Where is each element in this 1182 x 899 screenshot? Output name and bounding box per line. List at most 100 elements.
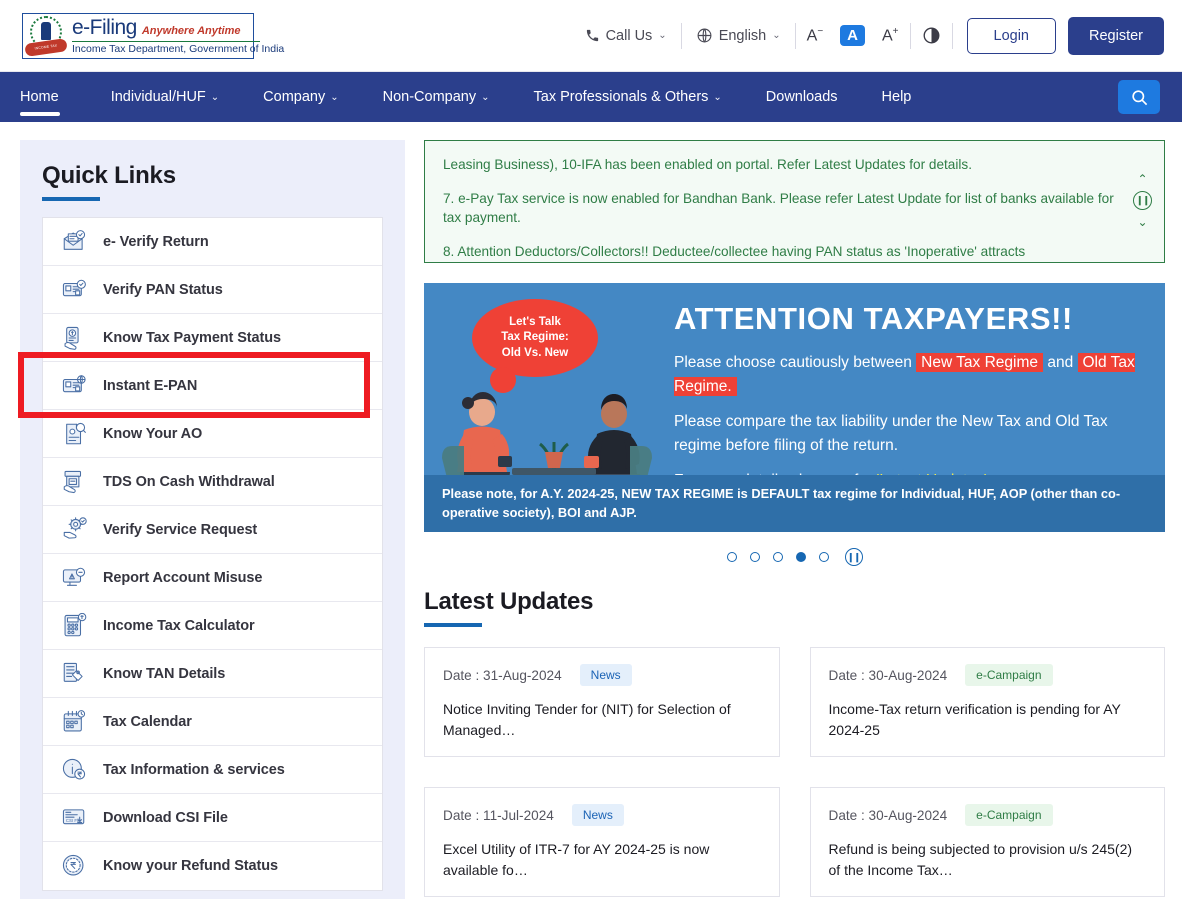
quick-link-label: Verify Service Request [103,521,258,538]
pause-icon[interactable]: ❙❙ [1133,191,1152,210]
language-dropdown[interactable]: English ⌄ [682,27,795,44]
latest-updates-underline [424,623,482,627]
logo-tagline: Anywhere Anytime [141,25,241,37]
carousel-dot-2[interactable] [749,552,760,562]
chevron-down-icon: ⌄ [658,30,667,41]
main-content: Leasing Business), 10-IFA has been enabl… [424,140,1165,899]
carousel-dot-3[interactable] [772,552,783,562]
bubble-line-3: Old Vs. New [501,346,569,359]
font-normal-button[interactable]: A [840,25,865,46]
card-header: Date : 11-Jul-2024 News [443,804,761,826]
nav-item-tax-professionals-others[interactable]: Tax Professionals & Others ⌄ [512,72,744,122]
hand-gear-icon [59,516,89,543]
carousel-dot-5[interactable] [818,552,829,562]
carousel-dot-1[interactable] [726,552,737,562]
quick-links-list: e- Verify Return Verify PAN Status Know Ta… [42,217,383,891]
quick-links-sidebar: Quick Links e- Verify Return Verify PAN S… [18,140,405,899]
emblem-ribbon-text: INCOME TAX DEPARTMENT [24,37,68,57]
card-text: Income-Tax return verification is pendin… [828,701,1121,738]
nav-item-individual-huf[interactable]: Individual/HUF ⌄ [89,72,241,122]
banner-heading: ATTENTION TAXPAYERS!! [674,301,1073,336]
nav-item-downloads[interactable]: Downloads [744,72,860,122]
quick-link-e-verify-return[interactable]: e- Verify Return [43,218,382,266]
bubble-line-1: Let's Talk [509,315,561,328]
quick-link-tax-information-services[interactable]: Tax Information & services [43,746,382,794]
quick-link-instant-e-pan[interactable]: Instant E-PAN [43,362,382,410]
chevron-up-icon[interactable]: ⌃ [1137,173,1147,185]
quick-link-verify-pan-status[interactable]: Verify PAN Status [43,266,382,314]
logo-subtitle: Income Tax Department, Government of Ind… [72,43,285,55]
font-decrease-button[interactable]: A− [796,26,835,45]
nav-item-home[interactable]: Home [20,72,89,122]
quick-link-income-tax-calculator[interactable]: Income Tax Calculator [43,602,382,650]
font-increase-label: A [882,27,893,45]
banner-paragraph-2: Please compare the tax liability under t… [674,413,1108,455]
latest-updates-grid: Date : 31-Aug-2024 News Notice Inviting Te… [424,647,1165,897]
announcement-line: 7. e-Pay Tax service is now enabled for … [443,190,1114,226]
call-us-dropdown[interactable]: Call Us ⌄ [571,28,681,44]
announcement-ticker: Leasing Business), 10-IFA has been enabl… [424,140,1165,263]
csi-download-icon: CSI File [59,805,89,831]
quick-link-know-tan-details[interactable]: Know TAN Details [43,650,382,698]
login-button[interactable]: Login [966,17,1056,54]
main-navigation: Home Individual/HUF ⌄ Company ⌄ Non-Company ⌄ T… [0,72,1182,122]
ticker-controls: ⌃ ❙❙ ⌄ [1133,173,1152,228]
nav-item-label: Company [263,89,326,105]
announcement-line: Leasing Business), 10-IFA has been enabl… [443,157,972,172]
chevron-down-icon[interactable]: ⌄ [1137,216,1147,228]
nav-item-label: Help [881,89,912,105]
document-search-icon [59,421,89,447]
carousel-dot-4[interactable] [795,552,806,562]
contrast-toggle-button[interactable] [911,26,952,45]
nav-item-company[interactable]: Company ⌄ [241,72,360,122]
search-button[interactable] [1118,80,1160,114]
quick-link-label: Verify PAN Status [103,281,223,298]
latest-update-card[interactable]: Date : 30-Aug-2024 e-Campaign Income-Tax r… [809,647,1165,757]
nav-item-label: Individual/HUF [110,89,206,105]
quick-link-download-csi-file[interactable]: CSI File Download CSI File [43,794,382,842]
quick-link-tds-on-cash-withdrawal[interactable]: TDS On Cash Withdrawal [43,458,382,506]
quick-link-report-account-misuse[interactable]: Report Account Misuse [43,554,382,602]
quick-link-verify-service-request[interactable]: Verify Service Request [43,506,382,554]
card-header: Date : 30-Aug-2024 e-Campaign [829,804,1147,826]
rupee-coin-icon [59,853,89,879]
latest-updates-title: Latest Updates [424,588,594,615]
site-logo[interactable]: INCOME TAX DEPARTMENT e-Filing Anywhere … [22,12,284,59]
latest-update-card[interactable]: Date : 11-Jul-2024 News Excel Utility of I… [424,787,780,897]
quick-link-know-tax-payment-status[interactable]: Know Tax Payment Status [43,314,382,362]
quick-link-label: Know your Refund Status [103,858,278,874]
carousel-pause-button[interactable]: ❙❙ [844,548,863,566]
promo-banner[interactable]: Let's Talk Tax Regime: Old Vs. New ATTEN… [424,283,1165,532]
quick-link-label: Know Tax Payment Status [103,329,281,346]
nav-item-label: Downloads [765,89,838,105]
envelope-check-icon [59,229,89,255]
id-card-check-icon [59,277,89,303]
language-label: English [718,27,767,44]
title-underline [42,197,100,201]
font-increase-button[interactable]: A+ [871,26,910,45]
quick-link-know-your-ao[interactable]: Know Your AO [43,410,382,458]
card-text: Notice Inviting Tender for (NIT) for Sel… [443,701,731,738]
search-icon [1131,89,1147,105]
card-text: Excel Utility of ITR-7 for AY 2024-25 is… [443,841,710,878]
top-header: INCOME TAX DEPARTMENT e-Filing Anywhere … [0,0,1182,72]
latest-update-card[interactable]: Date : 31-Aug-2024 News Notice Inviting Te… [424,647,780,757]
quick-link-label: Report Account Misuse [103,569,263,586]
nav-item-help[interactable]: Help [860,72,934,122]
quick-link-label: Tax Information & services [103,761,285,778]
logo-brand: e-Filing [72,16,137,39]
card-header: Date : 30-Aug-2024 e-Campaign [829,664,1147,686]
page-body: Quick Links e- Verify Return Verify PAN S… [0,122,1182,899]
font-decrease-label: A [806,27,818,45]
calendar-icon [59,709,89,735]
latest-update-card[interactable]: Date : 30-Aug-2024 e-Campaign Refund is be… [809,787,1165,897]
quick-link-tax-calendar[interactable]: Tax Calendar [43,698,382,746]
quick-link-know-your-refund-status[interactable]: Know your Refund Status [43,842,382,890]
logo-divider [72,41,260,42]
register-button[interactable]: Register [1068,16,1164,55]
nav-item-non-company[interactable]: Non-Company ⌄ [361,72,512,122]
quick-link-label: Know Your AO [103,425,203,442]
card-tag-badge: News [579,664,632,686]
carousel-indicators: ❙❙ [424,548,1165,566]
quick-link-label: Income Tax Calculator [103,617,255,634]
